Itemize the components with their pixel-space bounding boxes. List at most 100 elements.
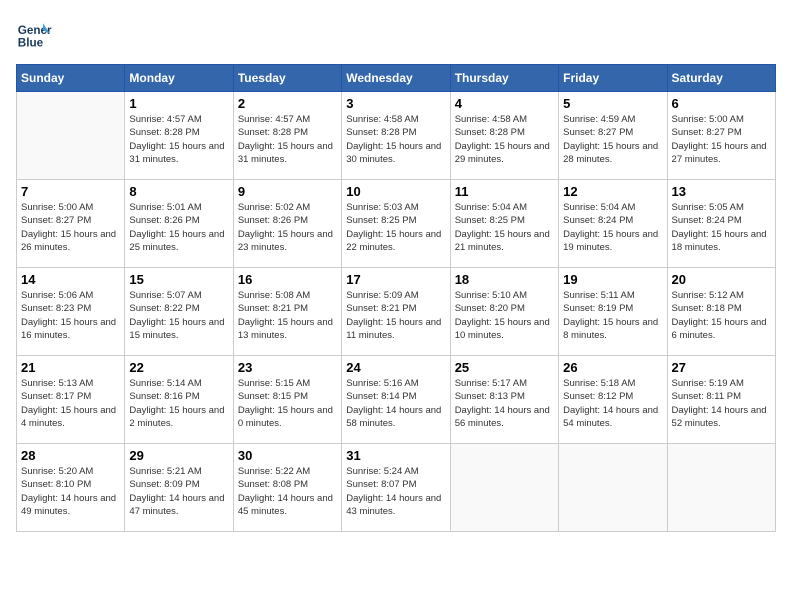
daylight-text: Daylight: 15 hours and 26 minutes. [21,228,120,255]
day-cell: 28Sunrise: 5:20 AMSunset: 8:10 PMDayligh… [17,444,125,532]
sunrise-text: Sunrise: 5:18 AM [563,377,662,390]
sunset-text: Sunset: 8:28 PM [346,126,445,139]
sunset-text: Sunset: 8:19 PM [563,302,662,315]
sunrise-text: Sunrise: 4:57 AM [129,113,228,126]
header-saturday: Saturday [667,65,775,92]
day-number: 12 [563,184,662,199]
sunset-text: Sunset: 8:26 PM [129,214,228,227]
day-number: 14 [21,272,120,287]
daylight-text: Daylight: 15 hours and 27 minutes. [672,140,771,167]
day-cell: 25Sunrise: 5:17 AMSunset: 8:13 PMDayligh… [450,356,558,444]
sunset-text: Sunset: 8:25 PM [455,214,554,227]
daylight-text: Daylight: 15 hours and 15 minutes. [129,316,228,343]
sunrise-text: Sunrise: 5:03 AM [346,201,445,214]
sunset-text: Sunset: 8:28 PM [455,126,554,139]
day-cell: 18Sunrise: 5:10 AMSunset: 8:20 PMDayligh… [450,268,558,356]
day-number: 20 [672,272,771,287]
daylight-text: Daylight: 15 hours and 30 minutes. [346,140,445,167]
daylight-text: Daylight: 15 hours and 31 minutes. [129,140,228,167]
day-cell: 15Sunrise: 5:07 AMSunset: 8:22 PMDayligh… [125,268,233,356]
sunrise-text: Sunrise: 5:08 AM [238,289,337,302]
day-cell: 6Sunrise: 5:00 AMSunset: 8:27 PMDaylight… [667,92,775,180]
day-number: 3 [346,96,445,111]
day-number: 4 [455,96,554,111]
sunrise-text: Sunrise: 5:19 AM [672,377,771,390]
day-number: 19 [563,272,662,287]
day-number: 2 [238,96,337,111]
daylight-text: Daylight: 14 hours and 45 minutes. [238,492,337,519]
day-cell: 14Sunrise: 5:06 AMSunset: 8:23 PMDayligh… [17,268,125,356]
day-number: 10 [346,184,445,199]
day-cell: 11Sunrise: 5:04 AMSunset: 8:25 PMDayligh… [450,180,558,268]
day-cell: 21Sunrise: 5:13 AMSunset: 8:17 PMDayligh… [17,356,125,444]
day-info: Sunrise: 5:18 AMSunset: 8:12 PMDaylight:… [563,377,662,430]
day-number: 31 [346,448,445,463]
day-number: 28 [21,448,120,463]
day-cell: 3Sunrise: 4:58 AMSunset: 8:28 PMDaylight… [342,92,450,180]
header-wednesday: Wednesday [342,65,450,92]
page-header: General Blue [16,16,776,52]
day-info: Sunrise: 5:03 AMSunset: 8:25 PMDaylight:… [346,201,445,254]
day-number: 22 [129,360,228,375]
day-number: 21 [21,360,120,375]
day-cell [17,92,125,180]
daylight-text: Daylight: 15 hours and 18 minutes. [672,228,771,255]
day-cell: 30Sunrise: 5:22 AMSunset: 8:08 PMDayligh… [233,444,341,532]
day-info: Sunrise: 5:09 AMSunset: 8:21 PMDaylight:… [346,289,445,342]
day-cell: 4Sunrise: 4:58 AMSunset: 8:28 PMDaylight… [450,92,558,180]
calendar-header-row: SundayMondayTuesdayWednesdayThursdayFrid… [17,65,776,92]
daylight-text: Daylight: 14 hours and 58 minutes. [346,404,445,431]
sunrise-text: Sunrise: 5:09 AM [346,289,445,302]
sunset-text: Sunset: 8:18 PM [672,302,771,315]
daylight-text: Daylight: 15 hours and 29 minutes. [455,140,554,167]
sunrise-text: Sunrise: 5:00 AM [21,201,120,214]
day-cell: 31Sunrise: 5:24 AMSunset: 8:07 PMDayligh… [342,444,450,532]
sunset-text: Sunset: 8:13 PM [455,390,554,403]
sunset-text: Sunset: 8:21 PM [238,302,337,315]
day-info: Sunrise: 5:21 AMSunset: 8:09 PMDaylight:… [129,465,228,518]
day-info: Sunrise: 5:22 AMSunset: 8:08 PMDaylight:… [238,465,337,518]
day-cell: 13Sunrise: 5:05 AMSunset: 8:24 PMDayligh… [667,180,775,268]
daylight-text: Daylight: 15 hours and 13 minutes. [238,316,337,343]
daylight-text: Daylight: 15 hours and 6 minutes. [672,316,771,343]
sunrise-text: Sunrise: 5:21 AM [129,465,228,478]
day-number: 1 [129,96,228,111]
sunset-text: Sunset: 8:25 PM [346,214,445,227]
sunset-text: Sunset: 8:15 PM [238,390,337,403]
day-info: Sunrise: 4:59 AMSunset: 8:27 PMDaylight:… [563,113,662,166]
daylight-text: Daylight: 15 hours and 10 minutes. [455,316,554,343]
sunrise-text: Sunrise: 5:15 AM [238,377,337,390]
daylight-text: Daylight: 14 hours and 52 minutes. [672,404,771,431]
sunset-text: Sunset: 8:09 PM [129,478,228,491]
day-number: 11 [455,184,554,199]
day-cell: 19Sunrise: 5:11 AMSunset: 8:19 PMDayligh… [559,268,667,356]
daylight-text: Daylight: 14 hours and 54 minutes. [563,404,662,431]
week-row-1: 1Sunrise: 4:57 AMSunset: 8:28 PMDaylight… [17,92,776,180]
day-info: Sunrise: 5:15 AMSunset: 8:15 PMDaylight:… [238,377,337,430]
sunrise-text: Sunrise: 5:05 AM [672,201,771,214]
sunrise-text: Sunrise: 5:04 AM [455,201,554,214]
day-number: 25 [455,360,554,375]
day-number: 13 [672,184,771,199]
day-number: 24 [346,360,445,375]
day-cell: 23Sunrise: 5:15 AMSunset: 8:15 PMDayligh… [233,356,341,444]
day-number: 18 [455,272,554,287]
sunrise-text: Sunrise: 5:00 AM [672,113,771,126]
day-number: 27 [672,360,771,375]
day-number: 15 [129,272,228,287]
daylight-text: Daylight: 15 hours and 16 minutes. [21,316,120,343]
day-info: Sunrise: 5:08 AMSunset: 8:21 PMDaylight:… [238,289,337,342]
day-info: Sunrise: 4:57 AMSunset: 8:28 PMDaylight:… [129,113,228,166]
logo-icon: General Blue [16,16,52,52]
sunset-text: Sunset: 8:24 PM [563,214,662,227]
day-number: 9 [238,184,337,199]
daylight-text: Daylight: 14 hours and 49 minutes. [21,492,120,519]
sunset-text: Sunset: 8:12 PM [563,390,662,403]
sunrise-text: Sunrise: 5:16 AM [346,377,445,390]
day-cell: 22Sunrise: 5:14 AMSunset: 8:16 PMDayligh… [125,356,233,444]
day-cell: 26Sunrise: 5:18 AMSunset: 8:12 PMDayligh… [559,356,667,444]
day-info: Sunrise: 4:57 AMSunset: 8:28 PMDaylight:… [238,113,337,166]
header-thursday: Thursday [450,65,558,92]
sunset-text: Sunset: 8:28 PM [129,126,228,139]
daylight-text: Daylight: 14 hours and 47 minutes. [129,492,228,519]
